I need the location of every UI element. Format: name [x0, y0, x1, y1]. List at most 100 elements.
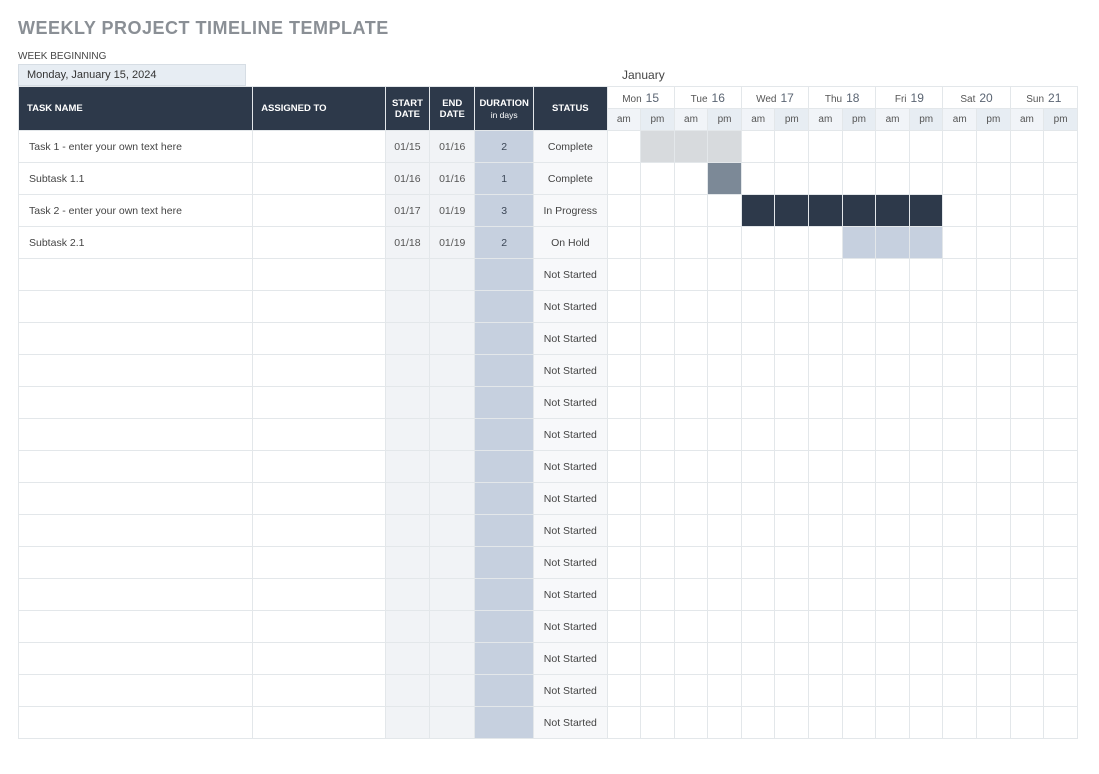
status-cell[interactable]: On Hold — [534, 227, 607, 259]
task-cell[interactable] — [19, 547, 253, 579]
assigned-cell[interactable] — [253, 195, 385, 227]
task-cell[interactable] — [19, 515, 253, 547]
start-date-cell[interactable]: 01/18 — [385, 227, 430, 259]
assigned-cell[interactable] — [253, 227, 385, 259]
assigned-cell[interactable] — [253, 483, 385, 515]
status-cell[interactable]: Not Started — [534, 323, 607, 355]
duration-cell[interactable] — [475, 291, 534, 323]
assigned-cell[interactable] — [253, 291, 385, 323]
duration-cell[interactable]: 2 — [475, 227, 534, 259]
end-date-cell[interactable]: 01/16 — [430, 163, 475, 195]
status-cell[interactable]: Not Started — [534, 515, 607, 547]
start-date-cell[interactable] — [385, 259, 430, 291]
assigned-cell[interactable] — [253, 643, 385, 675]
status-cell[interactable]: Not Started — [534, 611, 607, 643]
end-date-cell[interactable]: 01/19 — [430, 227, 475, 259]
start-date-cell[interactable] — [385, 355, 430, 387]
start-date-cell[interactable]: 01/15 — [385, 131, 430, 163]
task-cell[interactable] — [19, 419, 253, 451]
start-date-cell[interactable] — [385, 675, 430, 707]
duration-cell[interactable] — [475, 707, 534, 739]
start-date-cell[interactable] — [385, 515, 430, 547]
end-date-cell[interactable] — [430, 675, 475, 707]
duration-cell[interactable] — [475, 483, 534, 515]
duration-cell[interactable] — [475, 451, 534, 483]
task-cell[interactable] — [19, 323, 253, 355]
end-date-cell[interactable] — [430, 355, 475, 387]
assigned-cell[interactable] — [253, 323, 385, 355]
start-date-cell[interactable] — [385, 451, 430, 483]
end-date-cell[interactable] — [430, 579, 475, 611]
start-date-cell[interactable]: 01/16 — [385, 163, 430, 195]
task-cell[interactable] — [19, 707, 253, 739]
duration-cell[interactable] — [475, 579, 534, 611]
task-cell[interactable]: Subtask 1.1 — [19, 163, 253, 195]
end-date-cell[interactable] — [430, 547, 475, 579]
start-date-cell[interactable] — [385, 483, 430, 515]
end-date-cell[interactable] — [430, 707, 475, 739]
end-date-cell[interactable] — [430, 515, 475, 547]
task-cell[interactable] — [19, 579, 253, 611]
start-date-cell[interactable] — [385, 419, 430, 451]
assigned-cell[interactable] — [253, 387, 385, 419]
status-cell[interactable]: Not Started — [534, 547, 607, 579]
end-date-cell[interactable]: 01/16 — [430, 131, 475, 163]
status-cell[interactable]: Complete — [534, 163, 607, 195]
end-date-cell[interactable] — [430, 643, 475, 675]
status-cell[interactable]: Not Started — [534, 291, 607, 323]
week-begin-value[interactable]: Monday, January 15, 2024 — [18, 64, 246, 86]
duration-cell[interactable] — [475, 387, 534, 419]
start-date-cell[interactable]: 01/17 — [385, 195, 430, 227]
status-cell[interactable]: Not Started — [534, 675, 607, 707]
task-cell[interactable] — [19, 611, 253, 643]
end-date-cell[interactable] — [430, 611, 475, 643]
end-date-cell[interactable] — [430, 451, 475, 483]
assigned-cell[interactable] — [253, 547, 385, 579]
start-date-cell[interactable] — [385, 643, 430, 675]
duration-cell[interactable] — [475, 643, 534, 675]
duration-cell[interactable] — [475, 515, 534, 547]
task-cell[interactable] — [19, 675, 253, 707]
status-cell[interactable]: Not Started — [534, 483, 607, 515]
task-cell[interactable]: Subtask 2.1 — [19, 227, 253, 259]
status-cell[interactable]: Not Started — [534, 451, 607, 483]
start-date-cell[interactable] — [385, 579, 430, 611]
status-cell[interactable]: Complete — [534, 131, 607, 163]
status-cell[interactable]: Not Started — [534, 387, 607, 419]
assigned-cell[interactable] — [253, 451, 385, 483]
end-date-cell[interactable]: 01/19 — [430, 195, 475, 227]
assigned-cell[interactable] — [253, 131, 385, 163]
status-cell[interactable]: Not Started — [534, 707, 607, 739]
start-date-cell[interactable] — [385, 323, 430, 355]
task-cell[interactable] — [19, 355, 253, 387]
duration-cell[interactable]: 3 — [475, 195, 534, 227]
duration-cell[interactable] — [475, 419, 534, 451]
end-date-cell[interactable] — [430, 259, 475, 291]
duration-cell[interactable] — [475, 675, 534, 707]
task-cell[interactable] — [19, 387, 253, 419]
assigned-cell[interactable] — [253, 707, 385, 739]
duration-cell[interactable] — [475, 259, 534, 291]
assigned-cell[interactable] — [253, 515, 385, 547]
duration-cell[interactable] — [475, 547, 534, 579]
start-date-cell[interactable] — [385, 387, 430, 419]
duration-cell[interactable] — [475, 323, 534, 355]
assigned-cell[interactable] — [253, 163, 385, 195]
status-cell[interactable]: Not Started — [534, 643, 607, 675]
task-cell[interactable] — [19, 643, 253, 675]
assigned-cell[interactable] — [253, 355, 385, 387]
end-date-cell[interactable] — [430, 483, 475, 515]
assigned-cell[interactable] — [253, 579, 385, 611]
status-cell[interactable]: Not Started — [534, 259, 607, 291]
end-date-cell[interactable] — [430, 387, 475, 419]
duration-cell[interactable]: 1 — [475, 163, 534, 195]
end-date-cell[interactable] — [430, 419, 475, 451]
start-date-cell[interactable] — [385, 707, 430, 739]
start-date-cell[interactable] — [385, 291, 430, 323]
start-date-cell[interactable] — [385, 547, 430, 579]
status-cell[interactable]: Not Started — [534, 579, 607, 611]
duration-cell[interactable]: 2 — [475, 131, 534, 163]
task-cell[interactable] — [19, 483, 253, 515]
start-date-cell[interactable] — [385, 611, 430, 643]
assigned-cell[interactable] — [253, 611, 385, 643]
